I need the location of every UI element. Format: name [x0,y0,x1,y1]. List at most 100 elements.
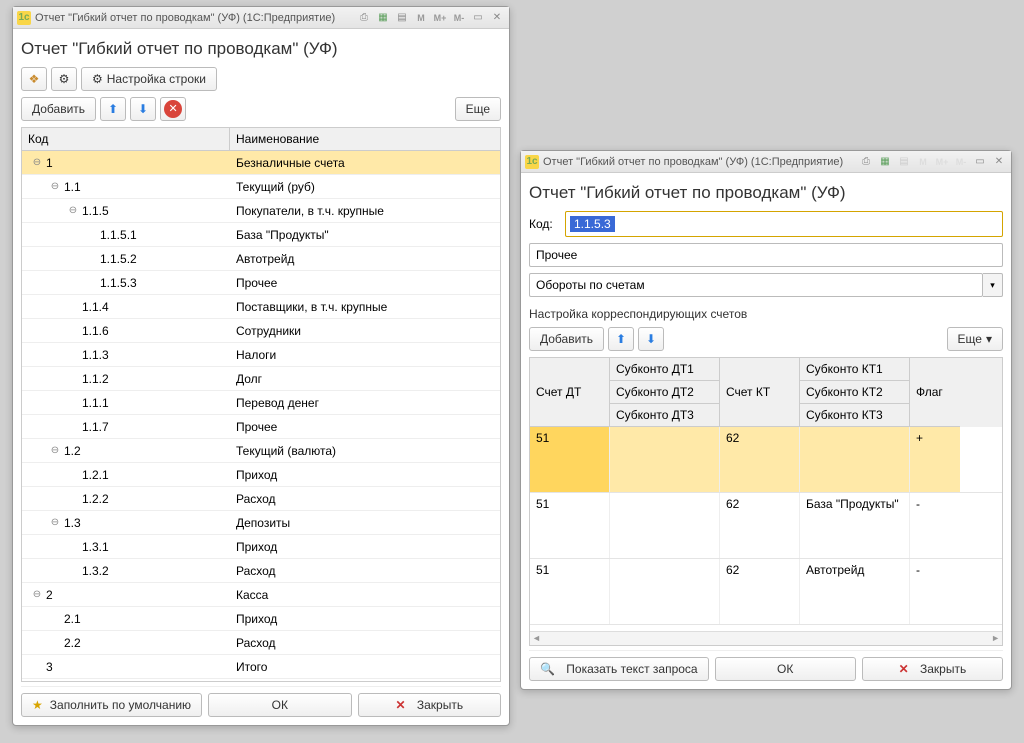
add-button[interactable]: Добавить [21,97,96,121]
tree-row[interactable]: 1.2.1Приход [22,463,500,487]
print-icon[interactable]: ⎙ [858,154,874,170]
move-down-button[interactable]: ⬇ [130,97,156,121]
tree-row[interactable]: ⊖1.1.5Покупатели, в т.ч. крупные [22,199,500,223]
type-combo[interactable]: Обороты по счетам [529,273,983,297]
tree-row[interactable]: 2.2Расход [22,631,500,655]
print-icon[interactable]: ⎙ [356,10,372,26]
minimize-icon[interactable]: ▭ [470,10,486,26]
header-name[interactable]: Наименование [230,128,500,150]
grid-cell[interactable] [800,427,910,492]
tree-toggle-icon[interactable]: ⊖ [48,445,62,456]
tree-toggle-icon[interactable]: ⊖ [30,157,44,168]
arrow-up-icon: ⬆ [616,332,626,346]
tree-row[interactable]: 3Итого [22,655,500,679]
move-up-button[interactable]: ⬆ [608,327,634,351]
tree-row[interactable]: 1.1.7Прочее [22,415,500,439]
tree-toggle-icon[interactable]: ⊖ [48,181,62,192]
grid-cell[interactable] [610,493,720,558]
calc-icon[interactable]: ▤ [394,10,410,26]
calc-icon[interactable]: ▤ [896,154,912,170]
m-icon[interactable]: M [915,154,931,170]
mplus-icon[interactable]: M+ [934,154,950,170]
grid-cell[interactable]: 51 [530,493,610,558]
grid-cell[interactable] [610,427,720,492]
grid-row[interactable]: 51 62Автотрейд- [530,559,1002,625]
accounts-grid[interactable]: Счет ДТ Субконто ДТ1 Субконто ДТ2 Субкон… [529,357,1003,646]
gear-icon: ⚙ [92,72,103,86]
grid-cell[interactable]: Автотрейд [800,559,910,624]
close-button[interactable]: ✕ Закрыть [862,657,1003,681]
row-settings-button[interactable]: ⚙Настройка строки [81,67,217,91]
fill-default-button[interactable]: ★Заполнить по умолчанию [21,693,202,717]
tree-row[interactable]: ⊖2Касса [22,583,500,607]
close-icon[interactable]: ✕ [489,10,505,26]
show-query-button[interactable]: 🔍 Показать текст запроса [529,657,709,681]
grid-cell[interactable]: 51 [530,559,610,624]
grid-cell[interactable]: 62 [720,427,800,492]
close-icon[interactable]: ✕ [991,154,1007,170]
more-button[interactable]: Еще [455,97,501,121]
tree-row[interactable]: 1.1.5.3Прочее [22,271,500,295]
tree-body[interactable]: ⊖1Безналичные счета⊖1.1Текущий (руб)⊖1.1… [21,150,501,682]
tree-row[interactable]: 1.1.2Долг [22,367,500,391]
grid-row[interactable]: 51 62База "Продукты"- [530,493,1002,559]
tree-row[interactable]: 1.3.1Приход [22,535,500,559]
tree-row[interactable]: 1.1.5.1База "Продукты" [22,223,500,247]
grid-cell[interactable]: - [910,559,960,624]
calendar-icon[interactable]: ▦ [877,154,893,170]
tree-row[interactable]: 1.1.5.2Автотрейд [22,247,500,271]
combo-dropdown-button[interactable]: ▾ [983,273,1003,297]
grid-cell[interactable]: База "Продукты" [800,493,910,558]
tree-toggle-icon[interactable]: ⊖ [48,517,62,528]
minimize-icon[interactable]: ▭ [972,154,988,170]
tree-row[interactable]: 1.1.1Перевод денег [22,391,500,415]
more-button[interactable]: Еще ▾ [947,327,1003,351]
delete-button[interactable]: ✕ [160,97,186,121]
header-sdt3[interactable]: Субконто ДТ3 [610,404,719,426]
grid-cell[interactable]: 62 [720,559,800,624]
tree-row[interactable]: 1.1.6Сотрудники [22,319,500,343]
header-skt2[interactable]: Субконто КТ2 [800,381,909,404]
header-sdt1[interactable]: Субконто ДТ1 [610,358,719,381]
tree-row[interactable]: ⊖1Безналичные счета [22,151,500,175]
tree-row[interactable]: ⊖1.2Текущий (валюта) [22,439,500,463]
tree-row[interactable]: 1.2.2Расход [22,487,500,511]
header-sdt2[interactable]: Субконто ДТ2 [610,381,719,404]
add-button[interactable]: Добавить [529,327,604,351]
header-skt3[interactable]: Субконто КТ3 [800,404,909,426]
header-dt[interactable]: Счет ДТ [530,358,610,427]
tree-toggle-icon[interactable]: ⊖ [66,205,80,216]
code-input[interactable]: 1.1.5.3 [570,216,615,232]
grid-cell[interactable]: - [910,493,960,558]
ok-button[interactable]: ОК [715,657,856,681]
ok-button[interactable]: ОК [208,693,351,717]
tree-row[interactable]: 1.1.3Налоги [22,343,500,367]
horizontal-scrollbar[interactable] [530,631,1002,645]
tree-toggle-icon[interactable]: ⊖ [30,589,44,600]
tree-row[interactable]: ⊖1.3Депозиты [22,511,500,535]
grid-cell[interactable]: 51 [530,427,610,492]
move-up-button[interactable]: ⬆ [100,97,126,121]
tree-row[interactable]: ⊖1.1Текущий (руб) [22,175,500,199]
layers-icon-btn[interactable]: ❖ [21,67,47,91]
tree-row[interactable]: 1.1.4Поставщики, в т.ч. крупные [22,295,500,319]
name-input[interactable] [529,243,1003,267]
mplus-icon[interactable]: M+ [432,10,448,26]
mminus-icon[interactable]: M- [953,154,969,170]
grid-row[interactable]: 51 62 + [530,427,1002,493]
grid-cell[interactable]: + [910,427,960,492]
grid-cell[interactable] [610,559,720,624]
close-button[interactable]: ✕ Закрыть [358,693,501,717]
calendar-icon[interactable]: ▦ [375,10,391,26]
header-code[interactable]: Код [22,128,230,150]
tree-row[interactable]: 1.3.2Расход [22,559,500,583]
gear-icon-btn[interactable]: ⚙ [51,67,77,91]
header-flag[interactable]: Флаг [910,358,960,427]
grid-cell[interactable]: 62 [720,493,800,558]
m-icon[interactable]: M [413,10,429,26]
tree-row[interactable]: 2.1Приход [22,607,500,631]
header-kt[interactable]: Счет КТ [720,358,800,427]
header-skt1[interactable]: Субконто КТ1 [800,358,909,381]
mminus-icon[interactable]: M- [451,10,467,26]
move-down-button[interactable]: ⬇ [638,327,664,351]
